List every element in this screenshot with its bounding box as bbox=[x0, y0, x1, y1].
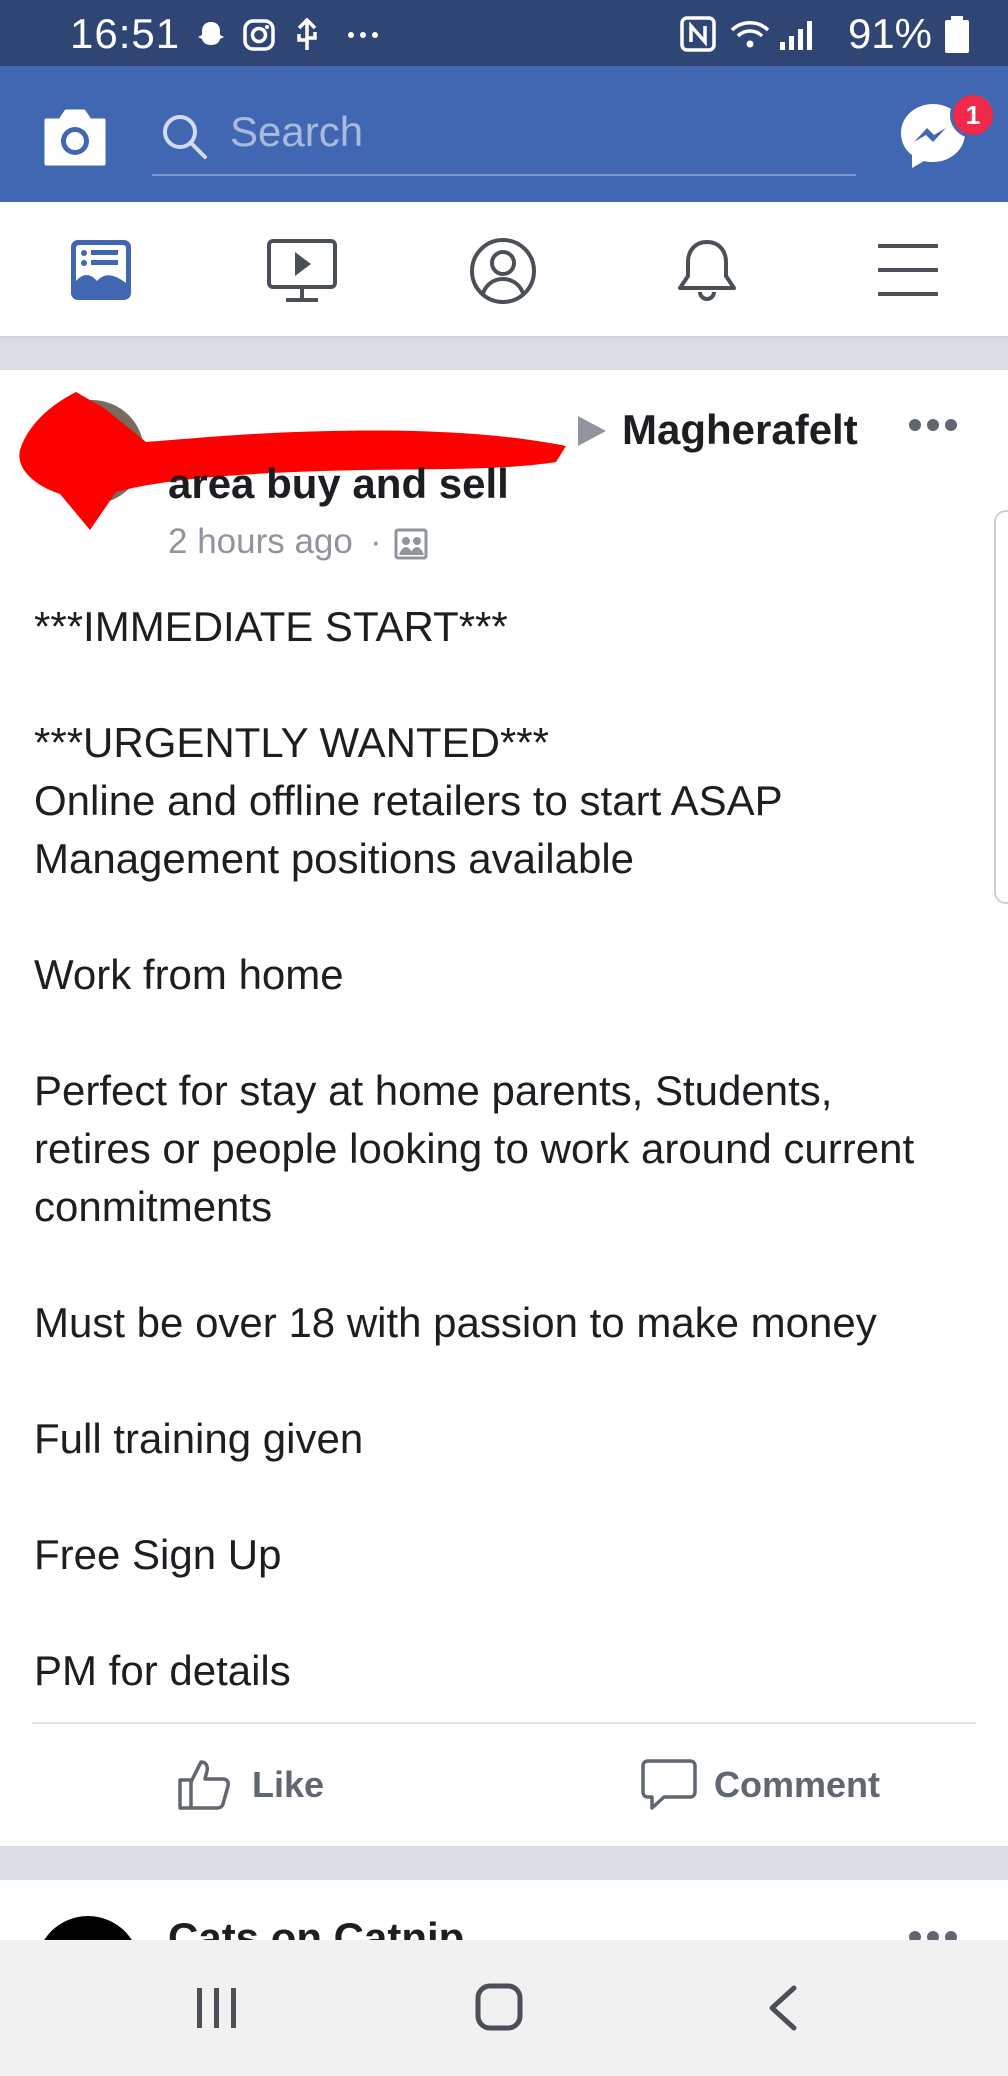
battery-percent: 91% bbox=[847, 10, 932, 57]
hamburger-icon[interactable] bbox=[876, 242, 940, 298]
top-bar bbox=[0, 66, 1008, 202]
timestamp-separator: · bbox=[370, 522, 382, 561]
group-name-continued[interactable]: area buy and sell bbox=[168, 460, 509, 508]
more-icon bbox=[348, 32, 378, 38]
system-icons bbox=[680, 16, 812, 52]
post-body-line: Perfect for stay at home parents, Studen… bbox=[34, 1067, 833, 1114]
post-body-line: ***URGENTLY WANTED*** bbox=[34, 719, 549, 766]
post-body-line: Free Sign Up bbox=[34, 1531, 282, 1578]
like-label: Like bbox=[252, 1764, 325, 1805]
status-time: 16:51 bbox=[70, 10, 181, 57]
post-body-line: Full training given bbox=[34, 1415, 364, 1462]
news-feed-icon[interactable] bbox=[68, 237, 134, 303]
actions-divider bbox=[32, 1722, 976, 1724]
notification-icons bbox=[198, 18, 378, 51]
search-underline bbox=[152, 174, 856, 176]
post-body-line: PM for details bbox=[34, 1647, 291, 1694]
comment-button[interactable]: Comment bbox=[640, 1752, 880, 1814]
post-body-line: Online and offline retailers to start AS… bbox=[34, 777, 783, 824]
feed-separator bbox=[0, 1846, 1008, 1880]
post-body-line: conmitments bbox=[34, 1183, 273, 1230]
comment-icon bbox=[641, 1759, 697, 1810]
messenger-badge-count: 1 bbox=[965, 100, 981, 130]
profile-icon[interactable] bbox=[468, 236, 538, 306]
recent-apps-icon[interactable] bbox=[194, 1986, 240, 2030]
like-button[interactable]: Like bbox=[176, 1752, 336, 1814]
arrow-right-icon bbox=[578, 416, 606, 446]
post-body-line: retires or people looking to work around… bbox=[34, 1125, 915, 1172]
like-icon bbox=[178, 1760, 230, 1810]
instagram-icon bbox=[243, 19, 275, 51]
battery-icon bbox=[945, 16, 969, 53]
group-name[interactable]: Magherafelt bbox=[622, 406, 858, 454]
nfc-icon bbox=[680, 16, 716, 52]
redaction-scribble bbox=[19, 392, 566, 530]
post-body-line: ***IMMEDIATE START*** bbox=[34, 603, 508, 650]
post-timestamp[interactable]: 2 hours ago bbox=[168, 522, 353, 562]
scrollbar[interactable] bbox=[994, 510, 1008, 904]
search-icon bbox=[163, 115, 207, 159]
usb-icon bbox=[297, 18, 317, 50]
status-bar: 16:51 91% bbox=[0, 0, 1008, 66]
watch-icon[interactable] bbox=[266, 238, 338, 304]
bell-icon[interactable] bbox=[674, 236, 740, 306]
comment-label: Comment bbox=[714, 1764, 881, 1805]
signal-icon bbox=[780, 21, 812, 50]
back-icon[interactable] bbox=[764, 1984, 800, 2032]
feed-separator bbox=[0, 338, 1008, 370]
group-audience-icon bbox=[394, 528, 428, 560]
wifi-icon bbox=[730, 21, 770, 48]
home-icon[interactable] bbox=[474, 1982, 524, 2032]
messenger-badge: 1 bbox=[950, 92, 996, 138]
post-options-icon[interactable] bbox=[908, 418, 958, 432]
snapchat-icon bbox=[198, 22, 224, 45]
post-body-line: Must be over 18 with passion to make mon… bbox=[34, 1299, 877, 1346]
post-body-line: Management positions available bbox=[34, 835, 635, 882]
search-input[interactable]: Search bbox=[230, 108, 363, 156]
camera-icon[interactable] bbox=[40, 106, 110, 168]
post-body-line: Work from home bbox=[34, 951, 344, 998]
